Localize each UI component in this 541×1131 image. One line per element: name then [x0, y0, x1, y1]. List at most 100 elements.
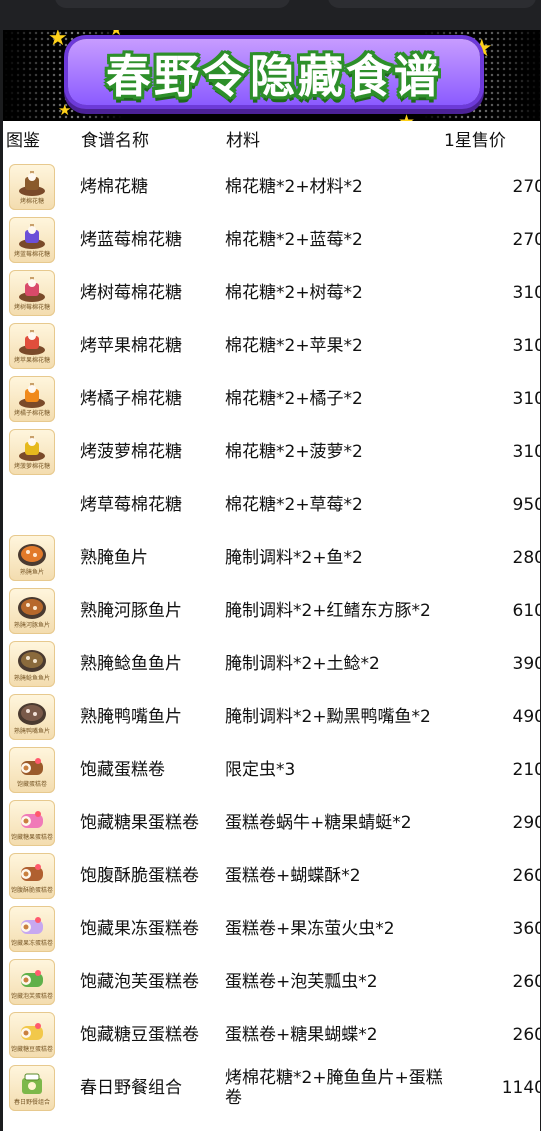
- blueberry-marshmallow-icon: 烤蓝莓棉花糖: [9, 216, 55, 263]
- candy-cake-roll-icon: 饱藏糖果蛋糕卷: [9, 799, 55, 846]
- recipe-name: 饱藏泡芙蛋糕卷: [80, 971, 199, 992]
- icon-cell: 烤蓝莓棉花糖: [3, 213, 75, 266]
- recipe-price: 1140: [501, 1077, 540, 1098]
- icon-caption: 熟腌河豚鱼片: [13, 621, 50, 629]
- toasted-marshmallow-icon: 烤棉花糖: [9, 163, 55, 210]
- raspberry-marshmallow-icon: 烤树莓棉花糖: [9, 269, 55, 316]
- star-icon: ★: [48, 30, 68, 51]
- browser-top-bar: [0, 0, 541, 30]
- recipe-name: 烤橘子棉花糖: [80, 388, 182, 409]
- icon-caption: 饱藏泡芙蛋糕卷: [10, 992, 53, 1000]
- recipe-price: 270: [512, 229, 540, 250]
- recipe-name: 烤苹果棉花糖: [80, 335, 182, 356]
- address-pill[interactable]: [55, 0, 290, 8]
- icon-caption: 烤树莓棉花糖: [13, 303, 50, 311]
- icon-caption: 熟腌鲶鱼鱼片: [13, 674, 50, 682]
- banner-title-box: 春野令隐藏食谱: [68, 39, 480, 105]
- pickled-paddlefish-icon-art: [18, 702, 46, 725]
- table-row: 熟腌鲶鱼鱼片 熟腌鲶鱼鱼片 腌制调料*2+土鲶*2 390: [3, 637, 540, 690]
- recipe-materials: 腌制调料*2+黝黑鸭嘴鱼*2: [225, 706, 431, 727]
- table-row: 春日野餐组合 春日野餐组合 烤棉花糖*2+腌鱼鱼片+蛋糕卷 1140: [3, 1061, 540, 1114]
- icon-cell: 春日野餐组合: [3, 1061, 75, 1114]
- cake-roll-icon-art: [21, 757, 43, 775]
- column-header-name: 食谱名称: [81, 131, 149, 151]
- column-header-materials: 材料: [226, 131, 260, 151]
- recipe-materials: 蛋糕卷蜗牛+糖果蜻蜓*2: [225, 812, 412, 833]
- table-row: 烤棉花糖 烤棉花糖 棉花糖*2+材料*2 270: [3, 160, 540, 213]
- table-row: 烤橘子棉花糖 烤橘子棉花糖 棉花糖*2+橘子*2 310: [3, 372, 540, 425]
- table-row: 饱藏蛋糕卷 饱藏蛋糕卷 限定虫*3 210: [3, 743, 540, 796]
- recipe-name: 饱腹酥脆蛋糕卷: [80, 865, 199, 886]
- recipe-materials: 棉花糖*2+苹果*2: [225, 335, 363, 356]
- icon-caption: 烤菠萝棉花糖: [13, 462, 50, 470]
- table-row: 饱藏糖豆蛋糕卷 饱藏糖豆蛋糕卷 蛋糕卷+糖果蝴蝶*2 260: [3, 1008, 540, 1061]
- crispy-cake-roll-icon: 饱腹酥脆蛋糕卷: [9, 852, 55, 899]
- recipe-table: 烤棉花糖 烤棉花糖 棉花糖*2+材料*2 270 烤蓝莓棉花糖 烤蓝莓棉花糖 棉花糖*2+蓝…: [3, 160, 540, 1114]
- recipe-name: 熟腌鱼片: [80, 547, 148, 568]
- star-icon: ★: [58, 101, 72, 119]
- column-header-price: 1星售价: [444, 131, 506, 151]
- recipe-price: 290: [512, 812, 540, 833]
- icon-cell: [3, 478, 75, 531]
- icon-cell: 烤菠萝棉花糖: [3, 425, 75, 478]
- icon-caption: 春日野餐组合: [13, 1098, 50, 1106]
- icon-cell: 饱藏糖豆蛋糕卷: [3, 1008, 75, 1061]
- table-row: 烤蓝莓棉花糖 烤蓝莓棉花糖 棉花糖*2+蓝莓*2 270: [3, 213, 540, 266]
- icon-cell: 烤苹果棉花糖: [3, 319, 75, 372]
- icon-caption: 烤蓝莓棉花糖: [13, 250, 50, 258]
- pickled-paddlefish-icon: 熟腌鸭嘴鱼片: [9, 693, 55, 740]
- recipe-name: 烤草莓棉花糖: [80, 494, 182, 515]
- pickled-fish-icon: 熟腌鱼片: [9, 534, 55, 581]
- table-row: 饱藏泡芙蛋糕卷 饱藏泡芙蛋糕卷 蛋糕卷+泡芙瓢虫*2 260: [3, 955, 540, 1008]
- recipe-materials: 腌制调料*2+鱼*2: [225, 547, 363, 568]
- recipe-materials: 腌制调料*2+土鲶*2: [225, 653, 380, 674]
- recipe-price: 270: [512, 176, 540, 197]
- table-row: 饱腹酥脆蛋糕卷 饱腹酥脆蛋糕卷 蛋糕卷+蝴蝶酥*2 260: [3, 849, 540, 902]
- recipe-price: 260: [512, 865, 540, 886]
- star-icon: ★: [109, 30, 123, 38]
- recipe-sheet: ★ ★ ★ ★ ★ 春野令隐藏食谱 图鉴 食谱名称 材料 1星售价 烤棉花糖烤棉…: [3, 30, 540, 1131]
- recipe-materials: 蛋糕卷+泡芙瓢虫*2: [225, 971, 378, 992]
- icon-caption: 烤苹果棉花糖: [13, 356, 50, 364]
- icon-cell: 烤树莓棉花糖: [3, 266, 75, 319]
- toasted-marshmallow-icon-art: [19, 170, 45, 196]
- icon-caption: 烤橘子棉花糖: [13, 409, 50, 417]
- search-pill[interactable]: [328, 0, 536, 8]
- table-row: 烤草莓棉花糖 棉花糖*2+草莓*2 950: [3, 478, 540, 531]
- jelly-cake-roll-icon: 饱藏果冻蛋糕卷: [9, 905, 55, 952]
- recipe-materials: 烤棉花糖*2+腌鱼鱼片+蛋糕卷: [225, 1067, 443, 1108]
- icon-cell: 熟腌鱼片: [3, 531, 75, 584]
- recipe-price: 610: [512, 600, 540, 621]
- recipe-name: 饱藏蛋糕卷: [80, 759, 165, 780]
- recipe-materials: 腌制调料*2+红鳍东方豚*2: [225, 600, 431, 621]
- candy-cake-roll-icon-art: [21, 810, 43, 828]
- recipe-materials: 棉花糖*2+菠萝*2: [225, 441, 363, 462]
- icon-cell: 饱腹酥脆蛋糕卷: [3, 849, 75, 902]
- picnic-set-icon-art: [22, 1073, 42, 1094]
- recipe-materials: 蛋糕卷+蝴蝶酥*2: [225, 865, 361, 886]
- picnic-set-icon: 春日野餐组合: [9, 1064, 55, 1111]
- recipe-price: 310: [512, 441, 540, 462]
- recipe-materials: 棉花糖*2+材料*2: [225, 176, 363, 197]
- recipe-materials: 棉花糖*2+树莓*2: [225, 282, 363, 303]
- table-row: 熟腌鸭嘴鱼片 熟腌鸭嘴鱼片 腌制调料*2+黝黑鸭嘴鱼*2 490: [3, 690, 540, 743]
- pickled-pufferfish-icon: 熟腌河豚鱼片: [9, 587, 55, 634]
- recipe-price: 280: [512, 547, 540, 568]
- cake-roll-icon: 饱藏蛋糕卷: [9, 746, 55, 793]
- recipe-price: 310: [512, 388, 540, 409]
- icon-caption: 饱藏糖豆蛋糕卷: [10, 1045, 53, 1053]
- recipe-name: 饱藏果冻蛋糕卷: [80, 918, 199, 939]
- icon-cell: 熟腌鲶鱼鱼片: [3, 637, 75, 690]
- pickled-catfish-icon: 熟腌鲶鱼鱼片: [9, 640, 55, 687]
- banner-title: 春野令隐藏食谱: [105, 49, 442, 103]
- recipe-materials: 蛋糕卷+糖果蝴蝶*2: [225, 1024, 378, 1045]
- recipe-name: 烤菠萝棉花糖: [80, 441, 182, 462]
- recipe-materials: 棉花糖*2+蓝莓*2: [225, 229, 363, 250]
- jellybean-cake-roll-icon-art: [21, 1022, 43, 1040]
- recipe-name: 烤棉花糖: [80, 176, 148, 197]
- recipe-materials: 限定虫*3: [225, 759, 296, 780]
- recipe-name: 熟腌鸭嘴鱼片: [80, 706, 182, 727]
- icon-cell: 饱藏蛋糕卷: [3, 743, 75, 796]
- icon-cell: 饱藏果冻蛋糕卷: [3, 902, 75, 955]
- pickled-pufferfish-icon-art: [18, 596, 46, 619]
